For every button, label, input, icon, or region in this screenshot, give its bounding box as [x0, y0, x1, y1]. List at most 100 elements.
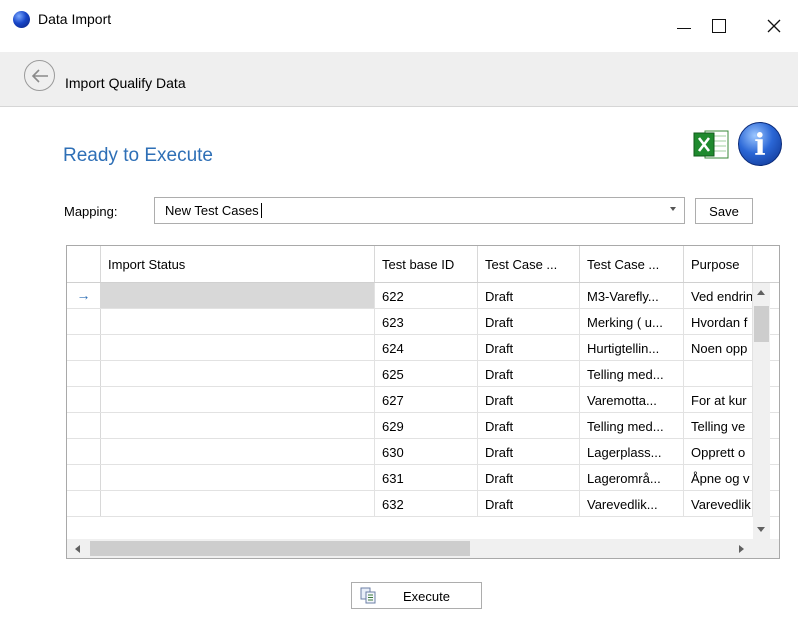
section-title: Ready to Execute — [63, 145, 213, 166]
import-status-cell[interactable] — [101, 283, 375, 308]
column-header-test-case-state[interactable]: Test Case ... — [478, 246, 580, 282]
execute-icon — [360, 587, 376, 604]
test-case-name-cell[interactable]: Hurtigtellin... — [580, 335, 684, 360]
row-header[interactable] — [67, 491, 101, 516]
test-case-state-cell[interactable]: Draft — [478, 361, 580, 386]
purpose-cell[interactable]: Noen opp — [684, 335, 753, 360]
row-header[interactable] — [67, 309, 101, 334]
scroll-left-arrow-icon[interactable] — [75, 545, 80, 553]
test-base-id-cell[interactable]: 622 — [375, 283, 478, 308]
import-status-cell[interactable] — [101, 439, 375, 464]
import-status-cell[interactable] — [101, 387, 375, 412]
back-arrow-icon — [31, 68, 48, 83]
test-case-name-cell[interactable]: Merking ( u... — [580, 309, 684, 334]
vertical-scrollbar[interactable] — [753, 283, 770, 539]
title-bar: Data Import — [0, 0, 798, 52]
horizontal-scrollbar[interactable] — [67, 539, 779, 558]
test-case-state-cell[interactable]: Draft — [478, 439, 580, 464]
test-base-id-cell[interactable]: 632 — [375, 491, 478, 516]
maximize-button[interactable] — [696, 0, 742, 52]
scroll-down-arrow-icon[interactable] — [757, 527, 765, 532]
table-row[interactable]: 627 Draft Varemotta... For at kur — [67, 387, 779, 413]
test-case-state-cell[interactable]: Draft — [478, 465, 580, 490]
table-row[interactable]: → 622 Draft M3-Varefly... Ved endrin — [67, 283, 779, 309]
back-button[interactable] — [24, 60, 55, 91]
execute-label: Execute — [403, 589, 450, 604]
minimize-icon — [677, 27, 691, 29]
close-icon — [767, 19, 781, 33]
import-status-cell[interactable] — [101, 309, 375, 334]
import-status-cell[interactable] — [101, 413, 375, 438]
grid-header: Import Status Test base ID Test Case ...… — [67, 246, 779, 283]
row-header[interactable] — [67, 335, 101, 360]
window-title: Data Import — [38, 11, 112, 27]
save-button[interactable]: Save — [695, 198, 753, 224]
page-title: Import Qualify Data — [65, 75, 186, 91]
purpose-cell[interactable]: Åpne og v — [684, 465, 753, 490]
purpose-cell[interactable]: For at kur — [684, 387, 753, 412]
close-button[interactable] — [751, 0, 797, 52]
test-base-id-cell[interactable]: 631 — [375, 465, 478, 490]
text-caret — [260, 203, 262, 218]
vertical-scroll-thumb[interactable] — [754, 306, 769, 342]
test-base-id-cell[interactable]: 630 — [375, 439, 478, 464]
test-case-name-cell[interactable]: Lagerplass... — [580, 439, 684, 464]
test-base-id-cell[interactable]: 624 — [375, 335, 478, 360]
test-case-name-cell[interactable]: Lagerområ... — [580, 465, 684, 490]
column-header-test-case-name[interactable]: Test Case ... — [580, 246, 684, 282]
column-header-test-base-id[interactable]: Test base ID — [375, 246, 478, 282]
test-base-id-cell[interactable]: 627 — [375, 387, 478, 412]
column-header-purpose[interactable]: Purpose — [684, 246, 753, 282]
test-case-name-cell[interactable]: Varevedlik... — [580, 491, 684, 516]
table-row[interactable]: 630 Draft Lagerplass... Opprett o — [67, 439, 779, 465]
row-header[interactable] — [67, 439, 101, 464]
table-row[interactable]: 632 Draft Varevedlik... Varevedlik — [67, 491, 779, 517]
table-row[interactable]: 629 Draft Telling med... Telling ve — [67, 413, 779, 439]
test-base-id-cell[interactable]: 625 — [375, 361, 478, 386]
row-header[interactable] — [67, 361, 101, 386]
table-row[interactable]: 631 Draft Lagerområ... Åpne og v — [67, 465, 779, 491]
import-status-cell[interactable] — [101, 335, 375, 360]
dropdown-arrow-icon[interactable] — [670, 207, 676, 211]
test-case-state-cell[interactable]: Draft — [478, 283, 580, 308]
table-row[interactable]: 624 Draft Hurtigtellin... Noen opp — [67, 335, 779, 361]
execute-button[interactable]: Execute — [351, 582, 482, 609]
mapping-value: New Test Cases — [165, 203, 259, 218]
row-header[interactable] — [67, 387, 101, 412]
mapping-combo[interactable]: New Test Cases — [154, 197, 685, 224]
test-case-state-cell[interactable]: Draft — [478, 491, 580, 516]
test-case-name-cell[interactable]: Telling med... — [580, 413, 684, 438]
scroll-right-arrow-icon[interactable] — [739, 545, 744, 553]
scroll-up-arrow-icon[interactable] — [757, 290, 765, 295]
app-orb-icon — [13, 11, 30, 28]
test-case-name-cell[interactable]: M3-Varefly... — [580, 283, 684, 308]
import-status-cell[interactable] — [101, 465, 375, 490]
purpose-cell[interactable]: Ved endrin — [684, 283, 753, 308]
excel-icon[interactable] — [693, 128, 730, 161]
test-case-state-cell[interactable]: Draft — [478, 413, 580, 438]
purpose-cell[interactable]: Opprett o — [684, 439, 753, 464]
row-header[interactable] — [67, 465, 101, 490]
import-status-cell[interactable] — [101, 361, 375, 386]
purpose-cell[interactable]: Varevedlik — [684, 491, 753, 516]
row-header[interactable] — [67, 413, 101, 438]
column-header-import-status[interactable]: Import Status — [101, 246, 375, 282]
test-case-name-cell[interactable]: Varemotta... — [580, 387, 684, 412]
test-case-state-cell[interactable]: Draft — [478, 387, 580, 412]
import-grid[interactable]: Import Status Test base ID Test Case ...… — [66, 245, 780, 559]
table-row[interactable]: 625 Draft Telling med... — [67, 361, 779, 387]
table-row[interactable]: 623 Draft Merking ( u... Hvordan f — [67, 309, 779, 335]
import-status-cell[interactable] — [101, 491, 375, 516]
test-case-name-cell[interactable]: Telling med... — [580, 361, 684, 386]
horizontal-scroll-thumb[interactable] — [90, 541, 470, 556]
test-case-state-cell[interactable]: Draft — [478, 335, 580, 360]
test-base-id-cell[interactable]: 623 — [375, 309, 478, 334]
purpose-cell[interactable] — [684, 361, 753, 386]
purpose-cell[interactable]: Hvordan f — [684, 309, 753, 334]
row-header-corner — [67, 246, 101, 282]
info-icon[interactable]: i — [738, 122, 782, 166]
current-row-arrow-icon: → — [67, 283, 101, 308]
purpose-cell[interactable]: Telling ve — [684, 413, 753, 438]
test-case-state-cell[interactable]: Draft — [478, 309, 580, 334]
test-base-id-cell[interactable]: 629 — [375, 413, 478, 438]
